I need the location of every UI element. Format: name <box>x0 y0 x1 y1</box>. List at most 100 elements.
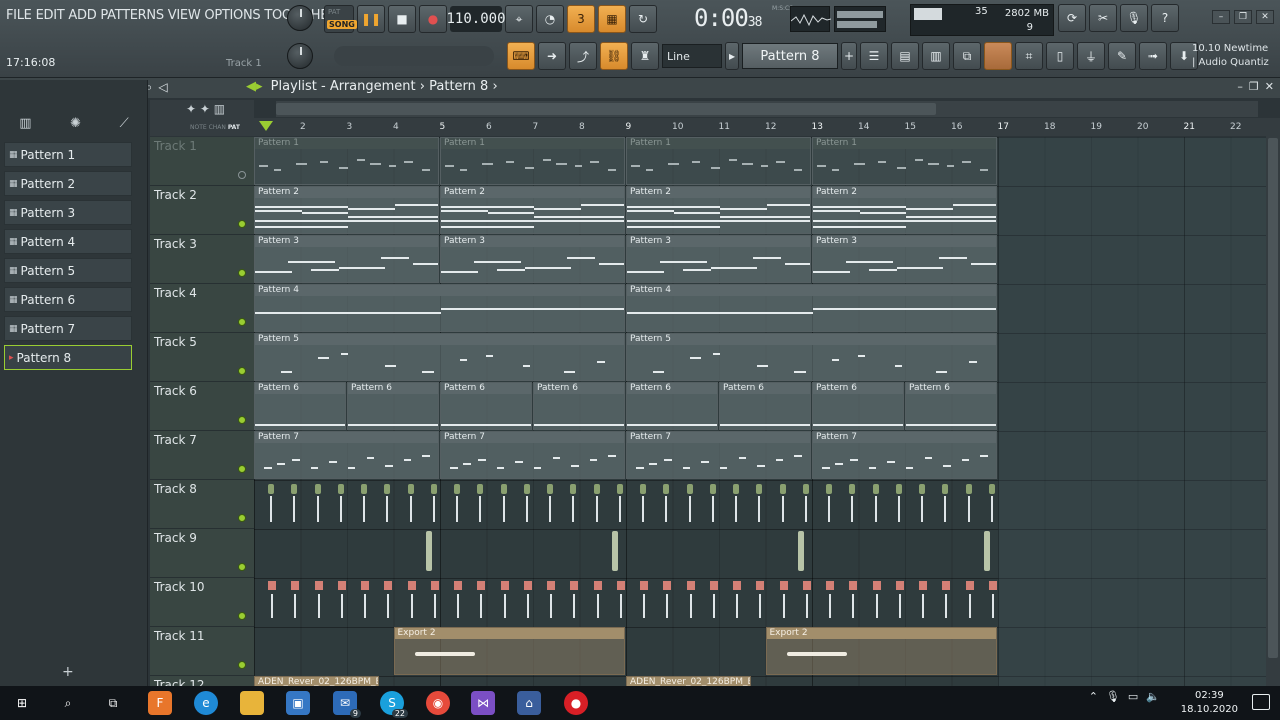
drum-clip[interactable] <box>733 484 739 494</box>
pat-song-switch[interactable]: PAT SONG <box>324 5 357 33</box>
task-view-button[interactable]: ⧉ <box>101 691 125 715</box>
drum-clip[interactable] <box>337 484 344 494</box>
playlist-clip[interactable]: Pattern 6 <box>719 382 811 430</box>
pattern-selector[interactable]: Pattern 8 <box>742 43 838 69</box>
playlist-clip[interactable]: Pattern 7 <box>812 431 997 479</box>
step-edit-button[interactable]: ▦ <box>598 5 626 33</box>
piano-roll-button[interactable]: ▤ <box>891 42 919 70</box>
drum-clip[interactable] <box>686 484 693 494</box>
cut-tool-button[interactable]: ✂ <box>1089 4 1117 32</box>
piano-icon[interactable]: ▥ <box>19 116 31 131</box>
hat-clip[interactable] <box>593 581 602 590</box>
playlist-clip[interactable]: Pattern 6 <box>626 382 718 430</box>
search-button[interactable]: ⌕ <box>56 691 80 715</box>
playlist-clip[interactable]: Pattern 4 <box>254 284 625 332</box>
pause-button[interactable]: ❚❚ <box>357 5 385 33</box>
drum-clip[interactable] <box>849 484 856 494</box>
store-taskbar-icon[interactable]: ▣ <box>286 691 310 715</box>
hat-clip[interactable] <box>919 581 927 590</box>
taskbar-clock[interactable]: 02:39 18.10.2020 <box>1181 689 1238 717</box>
drum-clip[interactable] <box>802 484 809 494</box>
hat-clip[interactable] <box>361 581 369 590</box>
playlist-clip[interactable]: Pattern 5 <box>254 333 625 381</box>
maximize-icon[interactable]: ❐ <box>1249 80 1259 93</box>
track-mute-button[interactable] <box>238 416 246 424</box>
hint-slider[interactable] <box>334 46 494 66</box>
track-header[interactable]: Track 3 <box>150 235 254 284</box>
drum-clip[interactable] <box>942 484 949 494</box>
playlist-clip[interactable]: Pattern 3 <box>440 235 625 283</box>
drum-clip[interactable] <box>361 484 367 494</box>
track-mute-button[interactable] <box>238 514 246 522</box>
slide-button[interactable]: ⤴ <box>569 42 597 70</box>
add-pattern-button[interactable]: + <box>841 42 857 70</box>
pattern-item[interactable]: ▦ Pattern 6 <box>4 287 132 312</box>
drum-clip[interactable] <box>965 484 972 494</box>
playlist-clip[interactable]: Pattern 3 <box>812 235 997 283</box>
pattern-item[interactable]: ▦ Pattern 2 <box>4 171 132 196</box>
playlist-button[interactable]: ☰ <box>860 42 888 70</box>
wait-input-button[interactable]: ◔ <box>536 5 564 33</box>
drum-clip[interactable] <box>612 531 618 571</box>
track-mute-button[interactable] <box>238 465 246 473</box>
drum-clip[interactable] <box>988 484 995 494</box>
track-mute-button[interactable] <box>238 612 246 620</box>
playlist-clip[interactable]: Pattern 7 <box>626 431 811 479</box>
automation-icon[interactable]: ⟋ <box>120 116 129 131</box>
filter-icons[interactable]: ✦ ✦ ▥ <box>186 102 225 116</box>
drum-clip[interactable] <box>454 484 460 494</box>
filter-pat[interactable]: PAT <box>228 124 240 131</box>
playlist-clip[interactable]: Pattern 6 <box>347 382 439 430</box>
playback-icon[interactable]: ◁ <box>158 80 167 95</box>
pattern-prev-button[interactable]: ▸ <box>725 42 739 70</box>
minimize-button[interactable]: – <box>1212 10 1230 24</box>
menu-view[interactable]: VIEW <box>166 8 203 23</box>
track-header[interactable]: Track 11 <box>150 627 254 676</box>
hat-clip[interactable] <box>756 581 765 590</box>
drum-clip[interactable] <box>430 484 437 494</box>
track-header[interactable]: Track 12 <box>150 676 254 686</box>
drum-clip[interactable] <box>895 484 902 494</box>
hat-clip[interactable] <box>965 581 974 590</box>
playlist-clip[interactable]: Pattern 7 <box>440 431 625 479</box>
close-icon[interactable]: ✕ <box>1265 80 1274 93</box>
playlist-clip[interactable]: Pattern 6 <box>905 382 997 430</box>
drum-clip[interactable] <box>798 531 804 571</box>
hat-clip[interactable] <box>291 581 300 590</box>
network-icon[interactable]: ▭ <box>1128 690 1138 703</box>
snap-arrow-button[interactable]: ➜ <box>538 42 566 70</box>
drum-clip[interactable] <box>779 484 786 494</box>
drum-clip[interactable] <box>640 484 646 494</box>
drum-clip[interactable] <box>984 531 990 571</box>
start-button[interactable]: ⊞ <box>10 691 34 715</box>
playlist-clip[interactable]: Pattern 1 <box>254 137 439 185</box>
hat-clip[interactable] <box>802 581 811 590</box>
news-ticker[interactable]: 10.10 Newtime | Audio Quantiz <box>1192 42 1269 70</box>
pattern-item[interactable]: ▦ Pattern 4 <box>4 229 132 254</box>
playlist-clip[interactable]: Pattern 3 <box>254 235 439 283</box>
drum-clip[interactable] <box>570 484 577 494</box>
master-volume-knob[interactable] <box>287 5 313 31</box>
track-header[interactable]: Track 1 <box>150 137 254 186</box>
record-audio-button[interactable]: 🎙 <box>1120 4 1148 32</box>
drum-clip[interactable] <box>314 484 321 494</box>
drum-clip[interactable] <box>407 484 414 494</box>
track-header[interactable]: Track 8 <box>150 480 254 529</box>
record-button[interactable]: ● <box>419 5 447 33</box>
hat-clip[interactable] <box>314 581 323 590</box>
drum-clip[interactable] <box>268 484 274 494</box>
hat-clip[interactable] <box>616 581 625 590</box>
chevron-up-icon[interactable]: ⌃ <box>1089 690 1098 703</box>
hat-clip[interactable] <box>709 581 718 590</box>
stamp-button[interactable]: ♜ <box>631 42 659 70</box>
drum-clip[interactable] <box>384 484 391 494</box>
horizontal-scrollbar[interactable] <box>276 101 1258 117</box>
hat-clip[interactable] <box>733 581 741 590</box>
pattern-item[interactable]: ▦ Pattern 5 <box>4 258 132 283</box>
pattern-item[interactable]: ▦ Pattern 7 <box>4 316 132 341</box>
loop-record-button[interactable]: ↻ <box>629 5 657 33</box>
pattern-item[interactable]: ▦ Pattern 1 <box>4 142 132 167</box>
channel-rack-button[interactable]: ▥ <box>922 42 950 70</box>
menu-patterns[interactable]: PATTERNS <box>98 8 165 23</box>
track-mute-button[interactable] <box>238 563 246 571</box>
